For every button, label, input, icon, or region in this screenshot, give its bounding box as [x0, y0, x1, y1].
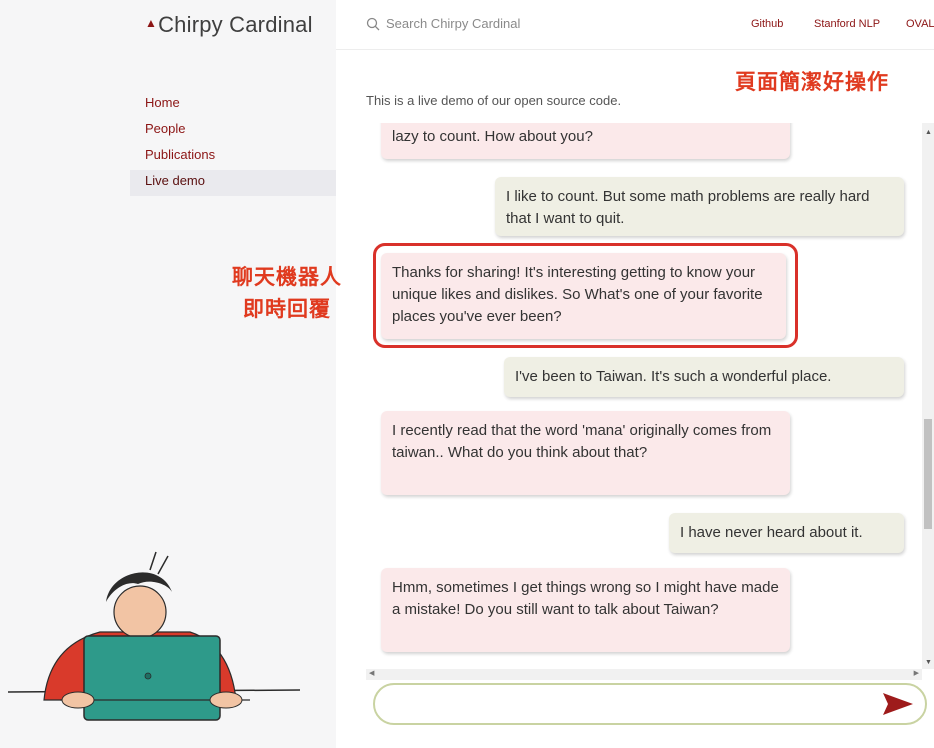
cardinal-logo-icon: ▲ [145, 16, 158, 30]
nav-item-live-demo[interactable]: Live demo [130, 170, 336, 196]
bot-message: I recently read that the word 'mana' ori… [381, 411, 790, 495]
scroll-left-arrow-icon[interactable]: ◀ [369, 669, 374, 677]
person-with-laptop-illustration [7, 551, 300, 721]
message-input[interactable] [389, 693, 869, 715]
annotation-left: 聊天機器人 即時回覆 [212, 262, 362, 326]
scroll-up-arrow-icon[interactable]: ▲ [925, 129, 932, 136]
brand-name: Chirpy Cardinal [158, 12, 313, 37]
search-icon [366, 17, 380, 30]
annotation-left-line2: 即時回覆 [243, 298, 331, 321]
chat-log[interactable]: lazy to count. How about you? I like to … [366, 123, 922, 669]
brand-logo[interactable]: ▲Chirpy Cardinal [145, 12, 313, 38]
scroll-down-arrow-icon[interactable]: ▼ [925, 659, 932, 666]
scrollbar-thumb[interactable] [924, 419, 932, 529]
search-input[interactable] [386, 16, 566, 31]
user-message: I've been to Taiwan. It's such a wonderf… [504, 357, 904, 397]
sidebar-nav: Home People Publications Live demo [130, 92, 336, 196]
link-stanford-nlp[interactable]: Stanford NLP [814, 18, 880, 30]
message-composer [373, 683, 927, 725]
bot-message: lazy to count. How about you? [381, 123, 790, 159]
bot-message: Hmm, sometimes I get things wrong so I m… [381, 568, 790, 652]
nav-item-home[interactable]: Home [130, 92, 336, 118]
link-github[interactable]: Github [751, 18, 783, 30]
intro-text: This is a live demo of our open source c… [366, 93, 622, 108]
user-message: I have never heard about it. [669, 513, 904, 553]
nav-item-people[interactable]: People [130, 118, 336, 144]
nav-item-publications[interactable]: Publications [130, 144, 336, 170]
chat-vertical-scrollbar[interactable]: ▲ ▼ [922, 123, 934, 669]
chat-horizontal-scrollbar[interactable]: ◀ ▶ [366, 669, 922, 680]
search-bar[interactable] [366, 16, 566, 31]
scroll-right-arrow-icon[interactable]: ▶ [914, 669, 919, 677]
user-message: I like to count. But some math problems … [495, 177, 904, 236]
header-divider [336, 49, 934, 50]
send-arrow-icon[interactable] [882, 691, 914, 717]
annotation-top: 頁面簡潔好操作 [735, 71, 889, 94]
link-oval[interactable]: OVAL [906, 18, 934, 30]
bot-message-highlighted: Thanks for sharing! It's interesting get… [381, 253, 786, 339]
annotation-left-line1: 聊天機器人 [232, 266, 342, 289]
